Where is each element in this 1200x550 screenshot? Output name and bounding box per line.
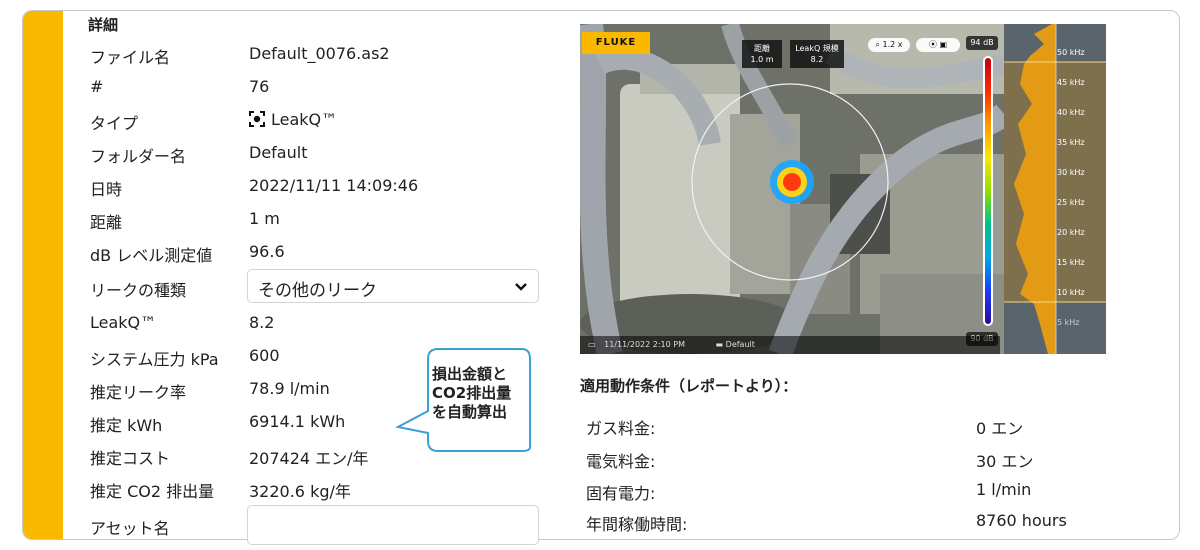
condition-label-electricity: 電気料金: xyxy=(586,452,656,471)
chevron-down-icon xyxy=(515,283,527,291)
mode-indicator: ⦿ ▣ xyxy=(916,38,960,52)
distance-readout: 距離 1.0 m xyxy=(742,40,782,68)
image-status-bar: ▭ 11/11/2022 2:10 PM ▬ Default xyxy=(580,336,1000,354)
spectrum-trace xyxy=(1004,24,1106,354)
accent-bar xyxy=(23,11,63,539)
detail-row-number: # 76 xyxy=(90,77,270,96)
condition-value-gas: 0 エン xyxy=(976,419,1024,438)
frequency-spectrum: 50 kHz 45 kHz 40 kHz 35 kHz 30 kHz 25 kH… xyxy=(1004,24,1106,354)
acoustic-image: FLUKE 距離 1.0 m LeakQ 規模 8.2 ⌕ 1.2 x ⦿ ▣ … xyxy=(580,24,1106,354)
db-color-scale xyxy=(983,56,993,326)
condition-value-specific-power: 1 l/min xyxy=(976,480,1032,499)
detail-row-folder: フォルダー名 Default xyxy=(90,143,308,166)
zoom-icon: ⌕ xyxy=(875,40,880,49)
detail-row-asset: アセット名 xyxy=(90,505,570,547)
leakq-target-icon xyxy=(249,111,265,127)
detail-row-type: タイプ LeakQ™ xyxy=(90,110,338,133)
folder-icon: ▬ xyxy=(715,340,724,349)
freq-label: 10 kHz xyxy=(1057,288,1085,297)
leak-type-select[interactable]: その他のリーク xyxy=(247,269,539,303)
freq-label: 50 kHz xyxy=(1057,48,1085,57)
freq-label: 25 kHz xyxy=(1057,198,1085,207)
freq-label: 35 kHz xyxy=(1057,138,1085,147)
target-mode-icon: ⦿ ▣ xyxy=(928,40,948,49)
leakq-readout: LeakQ 規模 8.2 xyxy=(790,40,844,68)
detail-row-db-level: dB レベル測定値 96.6 xyxy=(90,242,285,265)
detail-row-datetime: 日時 2022/11/11 14:09:46 xyxy=(90,176,419,199)
freq-label: 5 kHz xyxy=(1057,318,1080,327)
condition-label-specific-power: 固有電力: xyxy=(586,484,656,503)
condition-value-annual-hours: 8760 hours xyxy=(976,511,1067,530)
callout-text: 損出金額と CO2排出量 を自動算出 xyxy=(432,365,512,421)
detail-row-leakq: LeakQ™ 8.2 xyxy=(90,313,275,332)
battery-icon: ▭ xyxy=(588,340,596,349)
section-title: 詳細 xyxy=(88,16,119,34)
condition-label-annual-hours: 年間稼働時間: xyxy=(586,515,688,534)
detail-row-distance: 距離 1 m xyxy=(90,209,280,232)
freq-label: 30 kHz xyxy=(1057,168,1085,177)
conditions-title: 適用動作条件（レポートより）： xyxy=(580,377,798,395)
detail-row-leak-type: リークの種類 その他のリーク xyxy=(90,269,570,307)
detail-row-filename: ファイル名 Default_0076.as2 xyxy=(90,44,390,67)
freq-label: 20 kHz xyxy=(1057,228,1085,237)
zoom-indicator: ⌕ 1.2 x xyxy=(868,38,910,52)
detail-row-co2: 推定 CO2 排出量 3220.6 kg/年 xyxy=(90,482,351,501)
scene-illustration xyxy=(580,24,1004,354)
freq-label: 15 kHz xyxy=(1057,258,1085,267)
details-list: ファイル名 Default_0076.as2 # 76 タイプ LeakQ™ フ… xyxy=(90,38,570,547)
freq-label: 40 kHz xyxy=(1057,108,1085,117)
condition-label-gas: ガス料金: xyxy=(586,419,656,438)
db-max-badge: 94 dB xyxy=(966,36,998,50)
asset-name-input[interactable] xyxy=(247,505,539,545)
condition-value-electricity: 30 エン xyxy=(976,452,1034,471)
callout-bubble: 損出金額と CO2排出量 を自動算出 xyxy=(394,347,532,453)
fluke-logo: FLUKE xyxy=(582,32,650,54)
freq-label: 45 kHz xyxy=(1057,78,1085,87)
